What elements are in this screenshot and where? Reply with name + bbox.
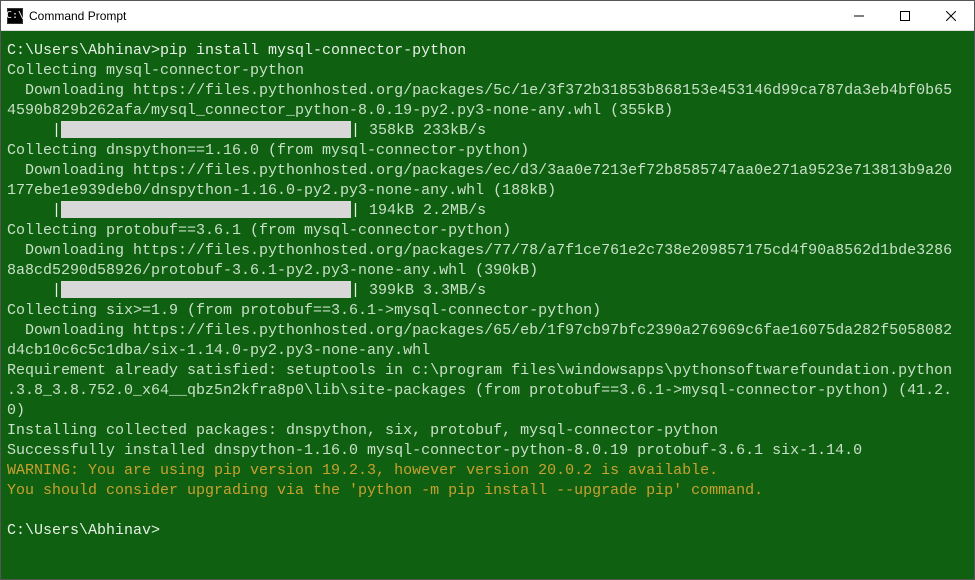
output-line: Collecting protobuf==3.6.1 (from mysql-c… <box>7 222 511 239</box>
output-line: Collecting dnspython==1.16.0 (from mysql… <box>7 142 529 159</box>
maximize-button[interactable] <box>882 1 928 30</box>
bar-prefix: | <box>7 122 61 139</box>
progress-line: | | 194kB 2.2MB/s <box>7 201 966 221</box>
bar-suffix: | <box>351 282 360 299</box>
output-line: 177ebe1e939deb0/dnspython-1.16.0-py2.py3… <box>7 182 556 199</box>
progress-stats: 358kB 233kB/s <box>360 122 486 139</box>
bar-suffix: | <box>351 202 360 219</box>
bar-suffix: | <box>351 122 360 139</box>
output-line: 0) <box>7 402 25 419</box>
prompt: C:\Users\Abhinav> <box>7 522 160 539</box>
cmd-icon: C:\ <box>7 8 23 24</box>
warning-line: You should consider upgrading via the 'p… <box>7 482 763 499</box>
output-line: 8a8cd5290d58926/protobuf-3.6.1-py2.py3-n… <box>7 262 538 279</box>
command-prompt-window: C:\ Command Prompt C:\Users\Abhinav>pip … <box>0 0 975 580</box>
window-title: Command Prompt <box>29 9 836 23</box>
output-line: Successfully installed dnspython-1.16.0 … <box>7 442 862 459</box>
window-controls <box>836 1 974 30</box>
progress-bar <box>61 201 351 218</box>
minimize-button[interactable] <box>836 1 882 30</box>
warning-line: WARNING: You are using pip version 19.2.… <box>7 462 718 479</box>
progress-line: | | 399kB 3.3MB/s <box>7 281 966 301</box>
progress-line: | | 358kB 233kB/s <box>7 121 966 141</box>
output-line: d4cb10c6c5c1dba/six-1.14.0-py2.py3-none-… <box>7 342 430 359</box>
output-line: Downloading https://files.pythonhosted.o… <box>7 242 952 259</box>
progress-bar <box>61 281 351 298</box>
output-line: Collecting mysql-connector-python <box>7 62 304 79</box>
output-line: Downloading https://files.pythonhosted.o… <box>7 82 952 99</box>
bar-prefix: | <box>7 202 61 219</box>
output-line: Downloading https://files.pythonhosted.o… <box>7 162 952 179</box>
progress-bar <box>61 121 351 138</box>
output-line: Requirement already satisfied: setuptool… <box>7 362 952 379</box>
command-text: pip install mysql-connector-python <box>160 42 466 59</box>
terminal-output[interactable]: C:\Users\Abhinav>pip install mysql-conne… <box>1 31 974 579</box>
prompt: C:\Users\Abhinav> <box>7 42 160 59</box>
progress-stats: 194kB 2.2MB/s <box>360 202 486 219</box>
output-line: Collecting six>=1.9 (from protobuf==3.6.… <box>7 302 601 319</box>
output-line: Installing collected packages: dnspython… <box>7 422 718 439</box>
output-line: .3.8_3.8.752.0_x64__qbz5n2kfra8p0\lib\si… <box>7 382 952 399</box>
close-button[interactable] <box>928 1 974 30</box>
output-line: Downloading https://files.pythonhosted.o… <box>7 322 952 339</box>
bar-prefix: | <box>7 282 61 299</box>
titlebar[interactable]: C:\ Command Prompt <box>1 1 974 31</box>
output-line: 4590b829b262afa/mysql_connector_python-8… <box>7 102 673 119</box>
progress-stats: 399kB 3.3MB/s <box>360 282 486 299</box>
